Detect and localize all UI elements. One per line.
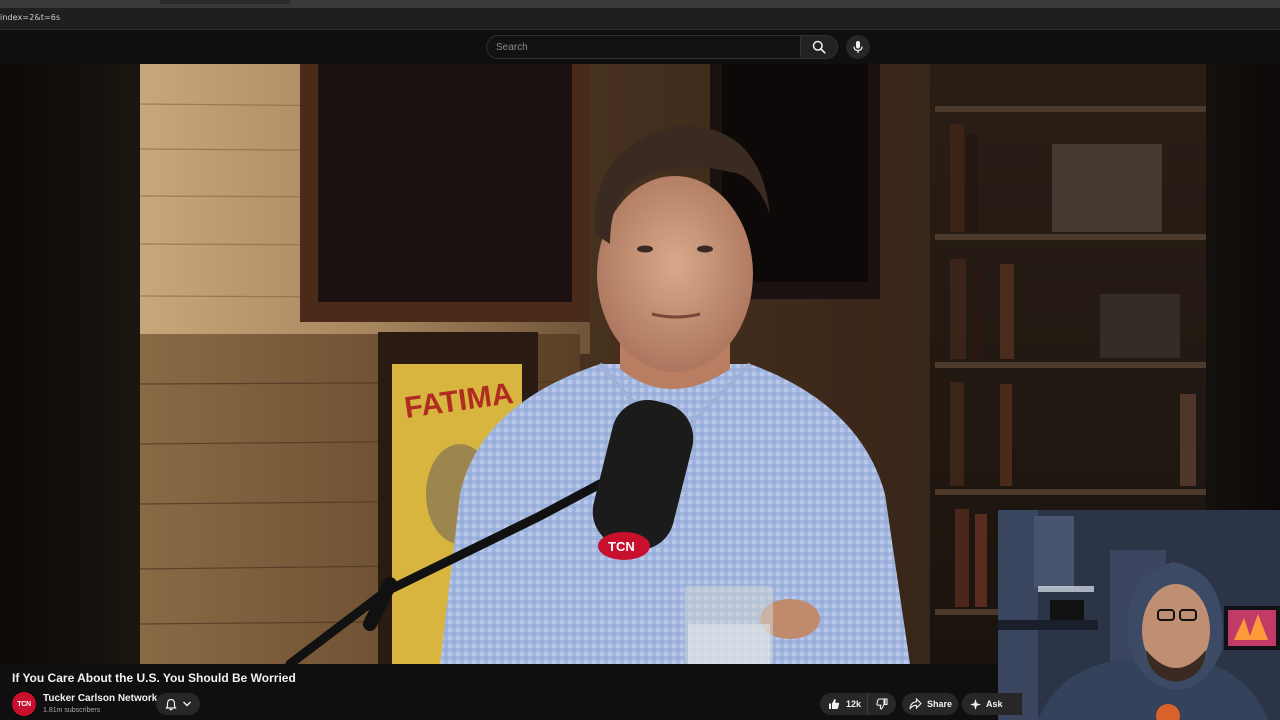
search-icon (812, 40, 826, 54)
like-count: 12k (846, 699, 862, 709)
chevron-down-icon (182, 701, 191, 707)
masthead: Search (0, 30, 1280, 64)
share-icon (909, 698, 922, 710)
subscriber-count: 1.81m subscribers (43, 707, 101, 714)
ambient-left (0, 64, 140, 664)
notification-bell-button[interactable] (156, 693, 200, 715)
channel-name[interactable]: Tucker Carlson Network (43, 693, 157, 704)
like-dislike-group: 12k (820, 693, 896, 715)
share-label: Share (927, 699, 953, 709)
webcam-overlay (998, 510, 1280, 720)
search-input[interactable]: Search (486, 35, 800, 59)
mic-icon (853, 41, 863, 53)
thumbs-up-icon (829, 699, 840, 709)
search-button[interactable] (800, 35, 838, 59)
youtube-watch-page: index=2&t=6s Search FATIMA TCN If You Ca… (0, 0, 1280, 720)
dislike-button[interactable] (868, 693, 896, 715)
bell-icon (164, 698, 177, 710)
browser-tab-strip (0, 0, 1280, 8)
thumbs-down-icon (876, 698, 888, 710)
video-title: If You Care About the U.S. You Should Be… (12, 671, 296, 685)
browser-tab[interactable] (160, 0, 290, 4)
like-button[interactable]: 12k (820, 693, 869, 715)
ask-button[interactable]: Ask (962, 693, 1022, 715)
voice-search-button[interactable] (846, 35, 870, 59)
channel-avatar-text: TCN (17, 700, 31, 708)
ask-label: Ask (986, 699, 1003, 709)
webcam-scene (998, 510, 1280, 720)
share-button[interactable]: Share (902, 693, 958, 715)
sparkle-icon (970, 698, 981, 710)
mic-brand-text: TCN (608, 539, 635, 554)
search-placeholder: Search (496, 42, 528, 53)
url-text[interactable]: index=2&t=6s (0, 13, 60, 22)
browser-address-bar[interactable]: index=2&t=6s (0, 8, 1280, 30)
channel-avatar[interactable]: TCN (12, 692, 36, 716)
